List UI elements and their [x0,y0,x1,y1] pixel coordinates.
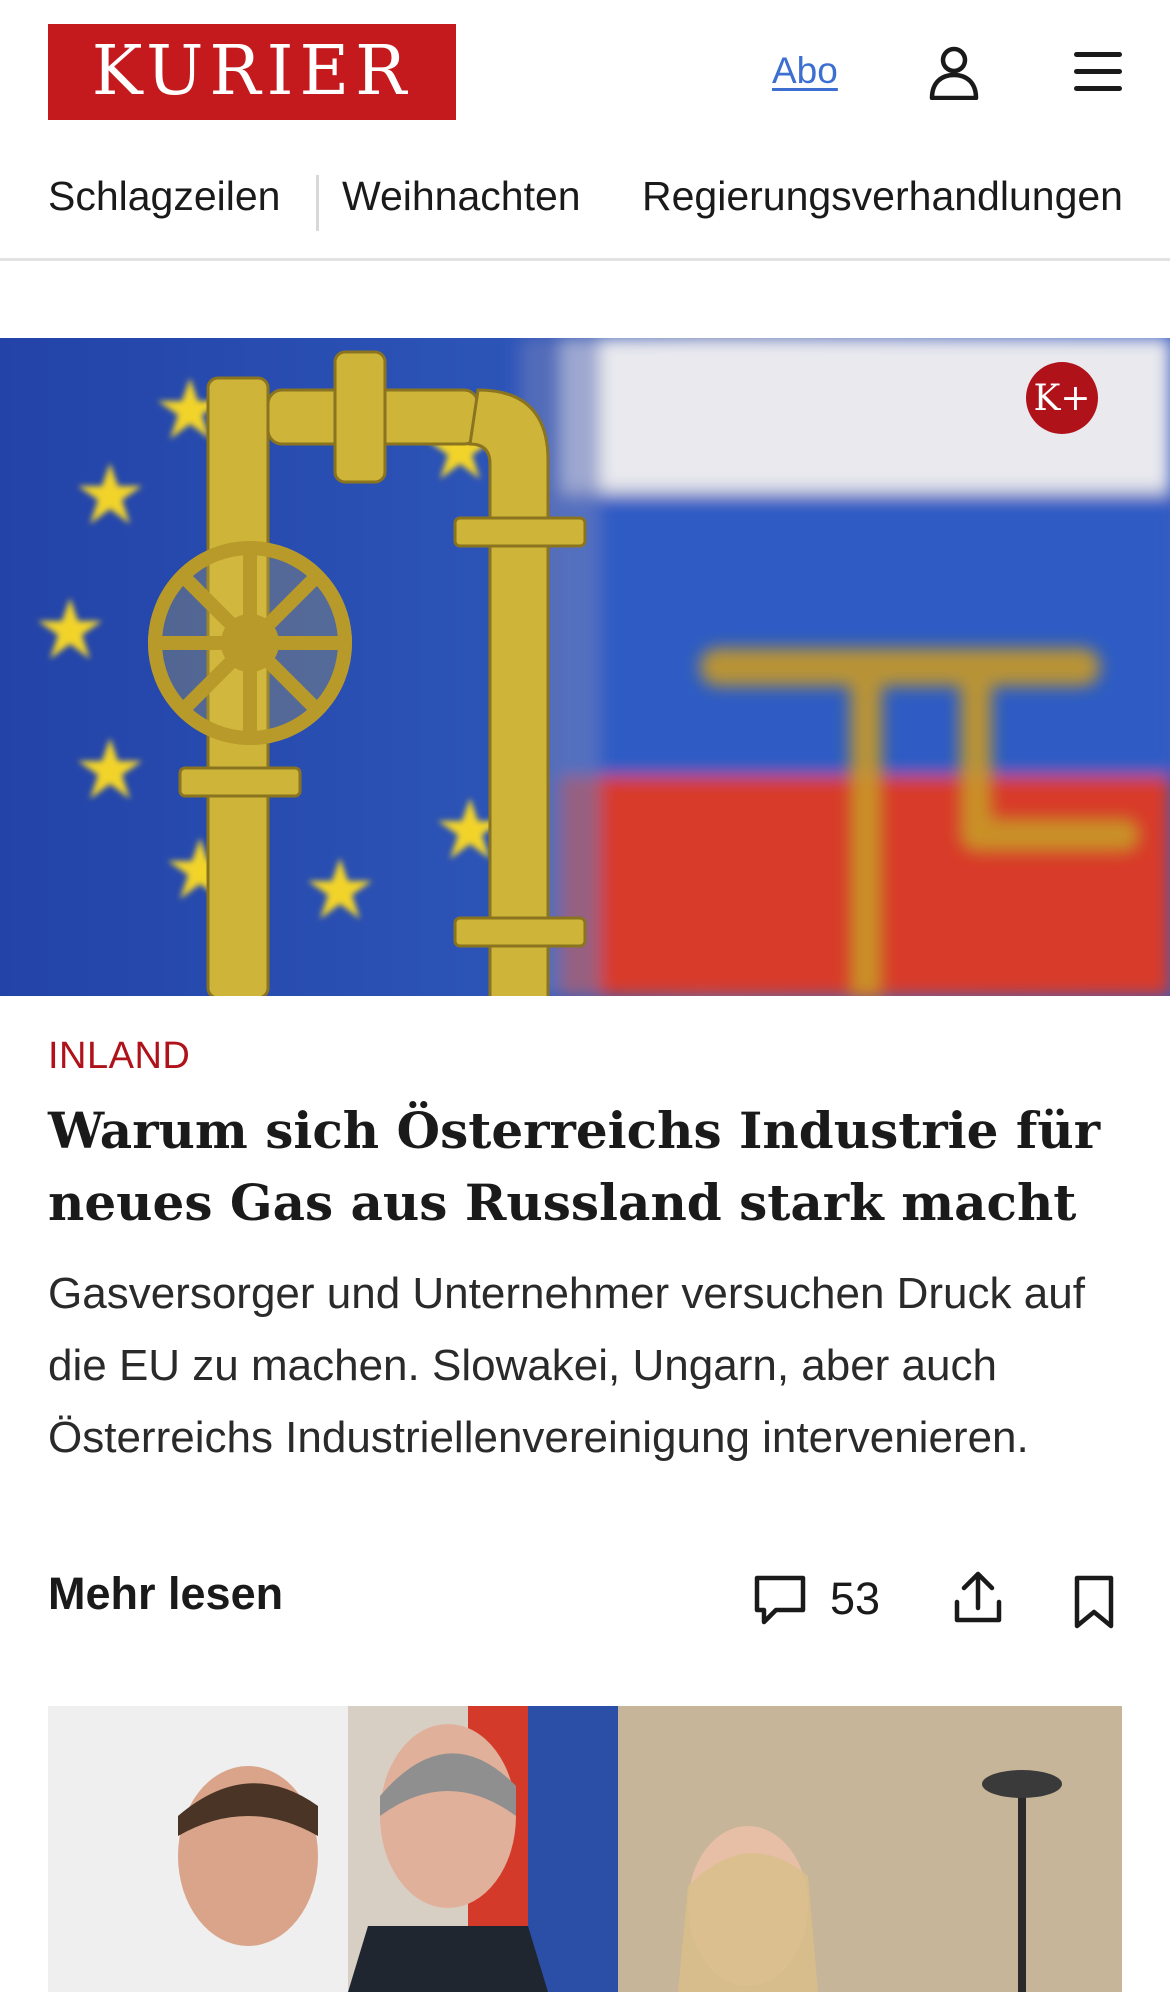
bookmark-icon[interactable] [1072,1574,1116,1630]
valve-wheel [148,541,352,745]
badge-text: K+ [1033,377,1091,419]
eu-russia-gas-pipe-image [0,338,1170,996]
comment-icon[interactable] [752,1572,808,1628]
nav-item-weihnachten[interactable]: Weihnachten [342,173,581,220]
comment-count[interactable]: 53 [830,1573,880,1625]
nav-item-regierungsverhandlungen[interactable]: Regierungsverhandlungen [642,173,1123,220]
hamburger-menu-icon[interactable] [1072,48,1124,94]
article-teaser: Gasversorger und Unternehmer versuchen D… [48,1269,1085,1462]
share-icon[interactable] [952,1568,1004,1626]
kplus-premium-badge: K+ [1026,362,1098,434]
read-more-link[interactable]: Mehr lesen [48,1568,283,1620]
topic-navigation: Schlagzeilen Weihnachten Regierungsverha… [0,145,1170,261]
nav-item-schlagzeilen[interactable]: Schlagzeilen [48,173,281,220]
nav-divider [316,175,319,231]
user-icon[interactable] [928,44,980,100]
article-title[interactable]: Warum sich Österreichs Industrie für neu… [48,1095,1108,1239]
press-conference-photo [48,1706,1122,1992]
kurier-logo[interactable]: KURIER [48,24,456,120]
article-hero-image[interactable] [0,338,1170,996]
article-category[interactable]: INLAND [48,1035,190,1078]
site-header: KURIER Abo [0,0,1170,145]
abo-link[interactable]: Abo [772,50,838,92]
next-article-image[interactable] [48,1706,1122,1992]
